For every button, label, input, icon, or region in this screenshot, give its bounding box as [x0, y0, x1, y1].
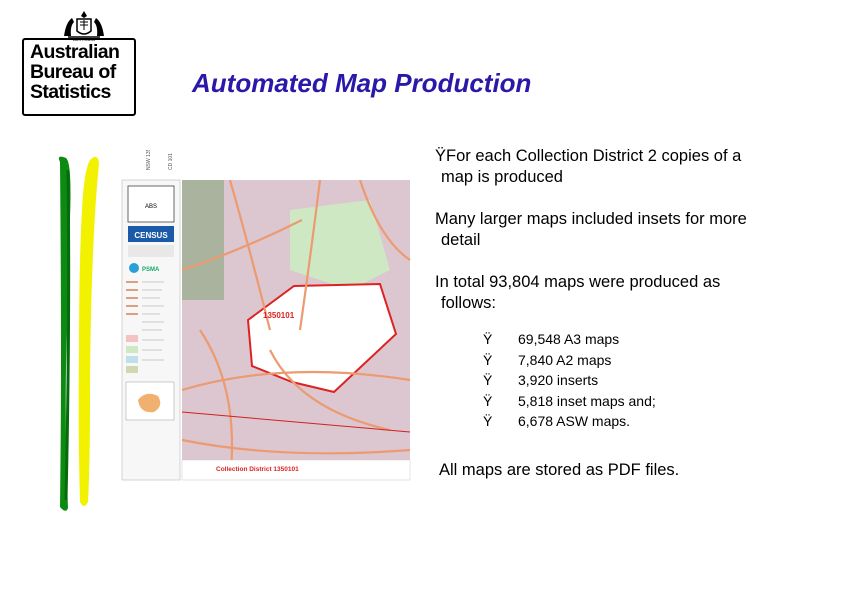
list-item-text: 69,548 A3 maps [518, 331, 620, 347]
bullet-1-line-1: ŸFor each Collection District 2 copies o… [435, 147, 742, 165]
slide-title: Automated Map Production [192, 68, 532, 98]
content-bullets: ŸFor each Collection District 2 copies o… [435, 146, 835, 449]
bullet-2-line-1: Many larger maps included insets for mor… [435, 210, 747, 228]
logo-line-2: Bureau of [30, 61, 116, 83]
list-item: Ÿ 7,840 A2 maps [435, 350, 835, 371]
census-map-icon: ABS CENSUS PSMA 1350101 NSW 1350101 CD 1… [120, 137, 411, 483]
map-district-label: 1350101 [263, 311, 295, 320]
list-item: Ÿ 6,678 ASW maps. [435, 411, 835, 432]
bullet-2-line-2: detail [441, 231, 481, 249]
logo-line-1: Australian [30, 41, 120, 63]
list-item: Ÿ 69,548 A3 maps [435, 329, 835, 350]
bullet-glyph: Ÿ [483, 351, 493, 368]
logo-line-3: Statistics [30, 81, 111, 103]
logo-wordmark: Australian Bureau of Statistics [30, 41, 120, 103]
yellow-bar [78, 156, 99, 507]
bullet-3-line-1: In total 93,804 maps were produced as [435, 273, 721, 291]
decorative-bars [58, 156, 99, 511]
bullet-glyph: Ÿ [483, 331, 493, 347]
bullet-3-line-2: follows: [441, 294, 497, 312]
list-item-text: 6,678 ASW maps. [518, 413, 631, 429]
svg-text:PSMA: PSMA [142, 267, 160, 273]
svg-text:ABS: ABS [145, 204, 157, 210]
list-item-text: 7,840 A2 maps [518, 351, 612, 368]
list-item: Ÿ 5,818 inset maps and; [435, 391, 835, 412]
map-count-list: Ÿ 69,548 A3 maps Ÿ 7,840 A2 maps Ÿ 3,920 in… [435, 329, 835, 432]
bullet-2: Many larger maps included insets for mor… [435, 209, 835, 251]
abs-logo: AUSTRALIA Australian Bureau of Statistic… [22, 10, 140, 118]
list-item: Ÿ 3,920 inserts [435, 370, 835, 391]
bullet-glyph: Ÿ [483, 372, 493, 388]
census-map-image: ABS CENSUS PSMA 1350101 NSW 1350101 CD 1… [120, 137, 411, 483]
svg-text:CD 101: CD 101 [168, 153, 174, 170]
bullet-1: ŸFor each Collection District 2 copies o… [435, 146, 835, 188]
bullet-1-line-2: map is produced [441, 168, 563, 186]
bullet-glyph: Ÿ [483, 413, 493, 429]
map-footer-label: Collection District 1350101 [216, 466, 299, 473]
svg-text:NSW 1350101: NSW 1350101 [146, 150, 152, 170]
list-item-text: 3,920 inserts [518, 372, 599, 388]
list-item-text: 5,818 inset maps and; [518, 392, 656, 409]
bullet-glyph: Ÿ [483, 392, 493, 409]
bullet-3: In total 93,804 maps were produced as fo… [435, 272, 835, 314]
final-note: All maps are stored as PDF files. [439, 461, 680, 479]
svg-text:CENSUS: CENSUS [134, 231, 168, 240]
